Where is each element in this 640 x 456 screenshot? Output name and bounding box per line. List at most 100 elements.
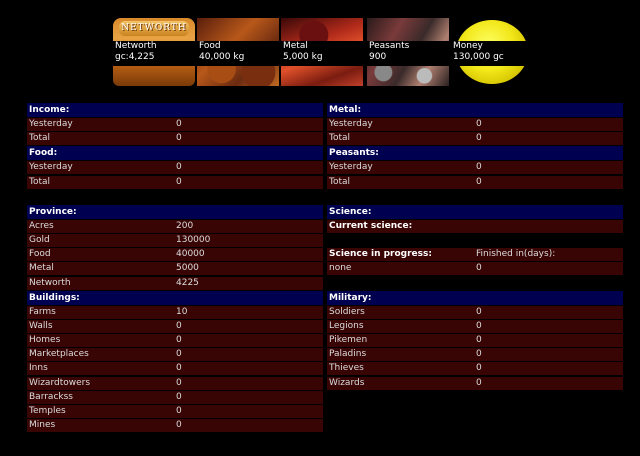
building-row: Wizardtowers 0 [27,376,323,390]
food-label: Food [199,41,221,51]
peasants-row: Total 0 [327,175,623,189]
building-row: Marketplaces 0 [27,348,323,362]
food-heading: Food: [27,146,323,161]
science-heading: Science: [327,204,623,219]
row-value: 0 [176,391,182,402]
row-value: 0 [476,306,482,317]
building-row: Walls 0 [27,319,323,333]
peasants-label: Peasants [369,41,410,51]
row-label: Gold [29,234,50,245]
peasants-value: 900 [369,52,387,62]
income-row: Yesterday 0 [27,118,323,131]
money-value: 130,000 gc [453,52,504,62]
row-value: 40000 [176,249,205,260]
row-value: 0 [476,133,482,144]
row-value: 0 [476,176,482,187]
building-row: Homes 0 [27,334,323,348]
row-label: Total [329,133,351,144]
province-row: Metal 5000 [27,262,323,276]
military-row: Thieves 0 [327,362,623,376]
networth-banner: NETWORTH [119,21,189,36]
science-progress-row: none 0 [327,262,623,276]
row-label: Yesterday [329,119,373,129]
row-value: 0 [176,162,182,173]
row-value: 0 [476,335,482,346]
row-label: Farms [29,306,56,317]
row-label: Paladins [329,349,367,360]
science-spacer-row [327,234,623,247]
row-value: 0 [176,335,182,346]
row-value: 0 [476,363,482,374]
row-value: 0 [476,162,482,173]
row-value: 0 [176,133,182,144]
building-row: Inns 0 [27,362,323,376]
row-label: Metal [29,263,54,274]
row-label: Total [329,176,351,187]
row-label: Wizards [329,377,365,388]
peasants-heading: Peasants: [327,146,623,161]
row-label: Yesterday [329,162,373,173]
military-row: Wizards 0 [327,376,623,390]
resource-bar: NETWORTH Networth gc:4,225 Food 40,000 k… [113,18,533,86]
science-progress-value: none [329,263,352,274]
row-label: Homes [29,335,61,346]
military-row: Paladins 0 [327,348,623,362]
income-heading: Income: [27,103,323,117]
row-label: Soldiers [329,306,365,317]
science-progress-label: Science in progress: [329,249,432,260]
military-heading: Military: [327,290,623,305]
current-science-label: Current science: [329,220,413,231]
row-value: 5000 [176,263,199,274]
province-row: Networth 4225 [27,276,323,290]
finished-days-value: 0 [476,263,482,274]
food-row: Total 0 [27,175,323,189]
row-value: 0 [476,119,482,129]
row-value: 0 [176,363,182,374]
row-label: Total [29,176,51,187]
row-value: 4225 [176,277,199,288]
networth-panel: NETWORTH Networth gc:4,225 [113,18,195,86]
row-value: 0 [476,349,482,360]
row-value: 0 [176,320,182,331]
metal-value: 5,000 kg [283,52,323,62]
food-value: 40,000 kg [199,52,245,62]
row-label: Walls [29,320,53,331]
row-label: Wizardtowers [29,377,91,388]
row-label: Pikemen [329,335,368,346]
building-row: Temples 0 [27,405,323,418]
row-label: Networth [29,277,71,288]
finished-days-label: Finished in(days): [476,249,556,260]
food-row: Yesterday 0 [27,161,323,175]
row-value: 0 [176,420,182,431]
military-row: Pikemen 0 [327,334,623,348]
province-heading: Province: [27,204,323,219]
left-column: Income: Yesterday 0 Total 0 Food: Yesterda… [27,103,323,433]
building-row: Mines 0 [27,419,323,433]
row-label: Legions [329,320,364,331]
networth-label: Networth [115,41,157,51]
money-label: Money [453,41,483,51]
row-label: Barrackss [29,391,73,402]
row-label: Inns [29,363,48,374]
metal-row: Yesterday 0 [327,118,623,131]
row-value: 0 [176,349,182,360]
food-panel: Food 40,000 kg [197,18,279,86]
row-value: 0 [176,377,182,388]
row-label: Acres [29,220,54,231]
row-value: 130000 [176,234,211,245]
metal-heading: Metal: [327,103,623,117]
row-value: 0 [176,406,182,416]
military-row: Legions 0 [327,319,623,333]
row-label: Mines [29,420,56,431]
networth-value: gc:4,225 [115,52,155,62]
peasants-panel: Peasants 900 [367,18,449,86]
row-value: 0 [176,176,182,187]
current-science-row: Current science: [327,219,623,233]
row-label: Yesterday [29,119,73,129]
row-value: 200 [176,220,194,231]
row-label: Temples [29,406,66,416]
row-label: Total [29,133,51,144]
row-label: Yesterday [29,162,73,173]
row-value: 0 [176,119,182,129]
row-value: 0 [476,377,482,388]
